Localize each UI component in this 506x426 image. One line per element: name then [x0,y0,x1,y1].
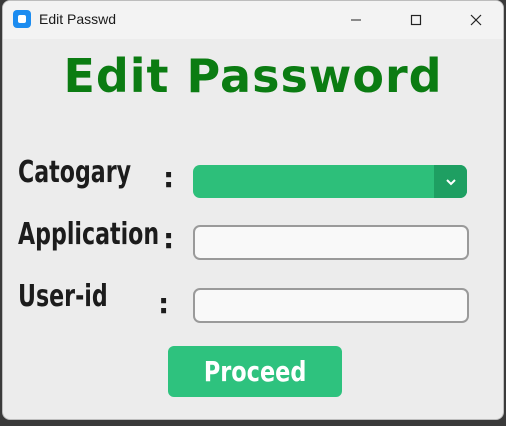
proceed-button-label: Proceed [203,355,307,388]
application-input[interactable] [193,225,469,260]
category-label: Catogary [18,155,132,190]
proceed-button[interactable]: Proceed [168,346,342,397]
window-title: Edit Passwd [39,11,117,27]
minimize-icon [351,19,361,21]
maximize-icon [410,14,422,26]
maximize-button[interactable] [393,1,439,39]
title-bar: Edit Passwd [3,1,503,39]
minimize-button[interactable] [333,1,379,39]
page-title: Edit Password [63,49,443,103]
category-dropdown[interactable] [193,165,467,198]
close-icon [470,14,482,26]
app-icon [13,10,31,28]
category-colon: : [163,161,175,194]
userid-label: User-id [18,279,108,314]
dropdown-arrow-button[interactable] [434,165,467,198]
application-colon: : [163,222,175,255]
userid-colon: : [158,287,170,320]
edit-password-window: Edit Passwd Edit Password Catogary : App… [2,0,504,420]
close-button[interactable] [453,1,499,39]
chevron-down-icon [445,178,456,185]
userid-input[interactable] [193,288,469,323]
application-label: Application [18,217,160,252]
